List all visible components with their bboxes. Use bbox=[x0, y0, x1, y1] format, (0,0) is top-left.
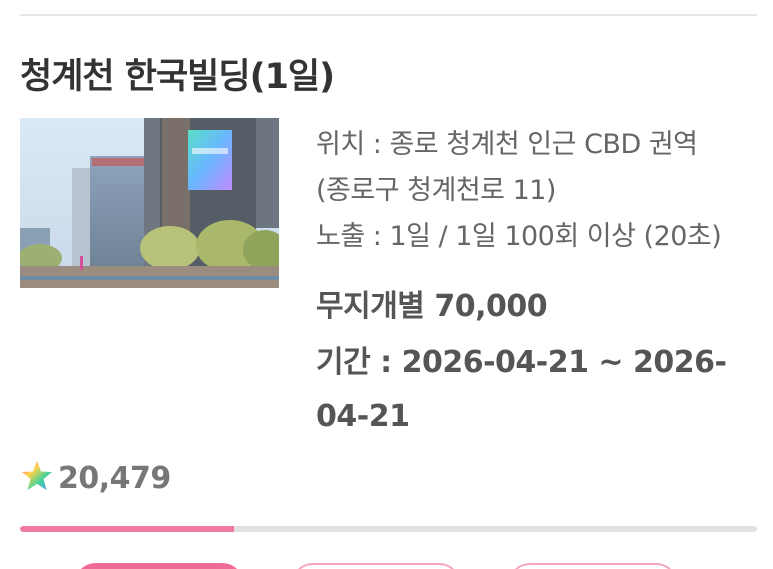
rating-row: 20,479 bbox=[20, 458, 171, 498]
location-line-1: 위치 : 종로 청계천 인근 CBD 권역 bbox=[316, 129, 698, 160]
period-text: 기간 : 2026-04-21 ~ 2026-04-21 bbox=[316, 345, 727, 434]
location-line-2: (종로구 청계천로 11) bbox=[316, 175, 556, 206]
rainbow-star-icon bbox=[20, 459, 54, 497]
progress-bar bbox=[20, 526, 757, 532]
exposure-line: 노출 : 1일 / 1일 100회 이상 (20초) bbox=[316, 221, 722, 252]
top-divider bbox=[20, 14, 757, 16]
listing-title[interactable]: 청계천 한국빌딩(1일) bbox=[20, 48, 335, 99]
action-button-3[interactable] bbox=[508, 563, 678, 569]
rating-count: 20,479 bbox=[58, 460, 171, 496]
billboard-thumbnail[interactable] bbox=[20, 118, 279, 288]
price-text: 무지개별 70,000 bbox=[316, 289, 548, 324]
action-button-1[interactable] bbox=[74, 563, 244, 569]
action-button-2[interactable] bbox=[291, 563, 461, 569]
progress-fill bbox=[20, 526, 234, 532]
listing-card: 청계천 한국빌딩(1일) 위치: 종로 청계천 인근 CBD 권역 (종로구 … bbox=[0, 0, 773, 569]
billboard-photo bbox=[20, 118, 279, 288]
